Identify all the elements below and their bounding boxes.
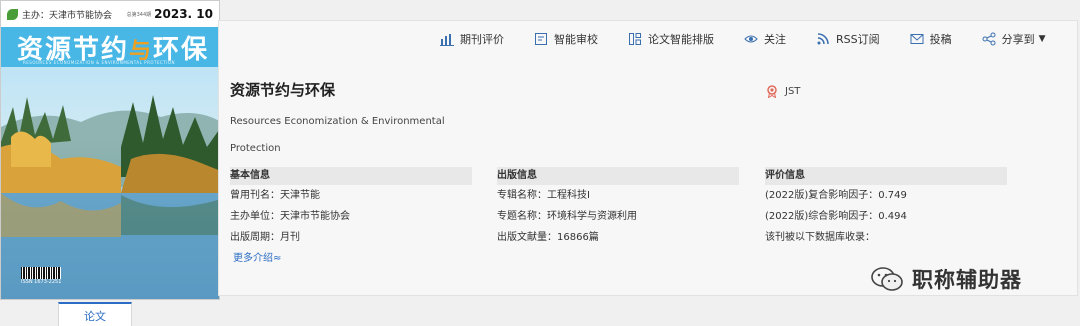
more-introduction-link[interactable]: 更多介绍≈ [233,248,472,269]
leaf-logo-icon [7,8,18,20]
toolbar-label: 期刊评价 [460,33,504,46]
toolbar-label: 智能审校 [554,33,598,46]
cover-volume: 总第344期 [126,11,152,18]
info-row: (2022版)复合影响因子：0.749 [765,190,907,201]
info-row: (2022版)综合影响因子：0.494 [765,211,907,222]
journal-evaluation-button[interactable]: 期刊评价 [440,31,504,47]
info-row: 曾用刊名：天津节能 [230,190,320,201]
info-row: 出版文献量：16866篇 [497,232,599,243]
smart-layout-button[interactable]: 论文智能排版 [628,31,714,47]
section-header: 评价信息 [765,167,1007,185]
bar-chart-icon [440,34,454,46]
tab-papers[interactable]: 论文 [58,302,132,326]
share-icon [982,32,996,46]
watermark-text: 职称辅助器 [912,268,1022,292]
smart-review-button[interactable]: 智能审校 [534,31,598,47]
eye-icon [744,35,758,43]
barcode-icon [21,267,61,279]
toolbar-label: 分享到 [1001,33,1035,46]
info-row: 专题名称：环境科学与资源利用 [497,211,637,222]
rss-subscribe-button[interactable]: RSS订阅 [816,31,880,47]
journal-toolbar: 期刊评价 智能审校 论文智能排版 关注 RSS订阅 投稿 分享到 ▼ [440,30,1076,48]
cover-header: 主办：天津市节能协会 总第344期 2023. 10 [1,1,219,27]
publish-info-section: 出版信息 专辑名称：工程科技I 专题名称：环境科学与资源利用 出版文献量：168… [497,167,739,248]
envelope-icon [910,34,924,44]
jst-label: JST [785,85,801,97]
info-row: 该刊被以下数据库收录： [765,232,875,243]
info-row: 主办单位：天津市节能协会 [230,211,350,222]
info-row: 专辑名称：工程科技I [497,190,590,201]
journal-title: 资源节约与环保 [230,81,336,99]
cover-issn: ISSN 1673-2251 [21,279,62,285]
cover-sponsor: 主办：天津市节能协会 [22,10,113,21]
submit-manuscript-button[interactable]: 投稿 [910,31,952,47]
toolbar-label: 论文智能排版 [648,33,714,46]
evaluation-info-section: 评价信息 (2022版)复合影响因子：0.749 (2022版)综合影响因子：0… [765,167,1007,248]
follow-button[interactable]: 关注 [744,31,786,47]
cover-title-band: 资源节约与环保 RESOURCES ECONOMIZATION & ENVIRO… [1,27,219,67]
document-check-icon [535,33,547,45]
rss-icon [817,33,829,45]
section-header: 出版信息 [497,167,739,185]
wechat-watermark: 职称辅助器 [870,264,1022,294]
section-header: 基本信息 [230,167,472,185]
share-button[interactable]: 分享到 ▼ [982,31,1046,47]
toolbar-label: RSS订阅 [836,33,880,46]
wechat-icon [871,267,903,291]
award-medal-icon [767,85,777,98]
toolbar-label: 投稿 [929,33,952,46]
journal-cover-image: 主办：天津市节能协会 总第344期 2023. 10 资源节约与环保 RESOU… [0,0,220,300]
journal-english-title: Resources Economization & Environmental … [230,116,445,154]
cover-subtitle: RESOURCES ECONOMIZATION & ENVIRONMENTAL … [23,60,176,65]
caret-down-icon: ▼ [1038,34,1046,44]
cover-landscape: ISSN 1673-2251 [1,67,219,299]
toolbar-label: 关注 [764,33,786,46]
cover-issue: 2023. 10 [154,7,213,21]
jst-badge: JST [765,84,800,98]
layout-icon [629,33,641,45]
basic-info-section: 基本信息 曾用刊名：天津节能 主办单位：天津市节能协会 出版周期：月刊 更多介绍… [230,167,472,269]
info-row: 出版周期：月刊 [230,232,300,243]
